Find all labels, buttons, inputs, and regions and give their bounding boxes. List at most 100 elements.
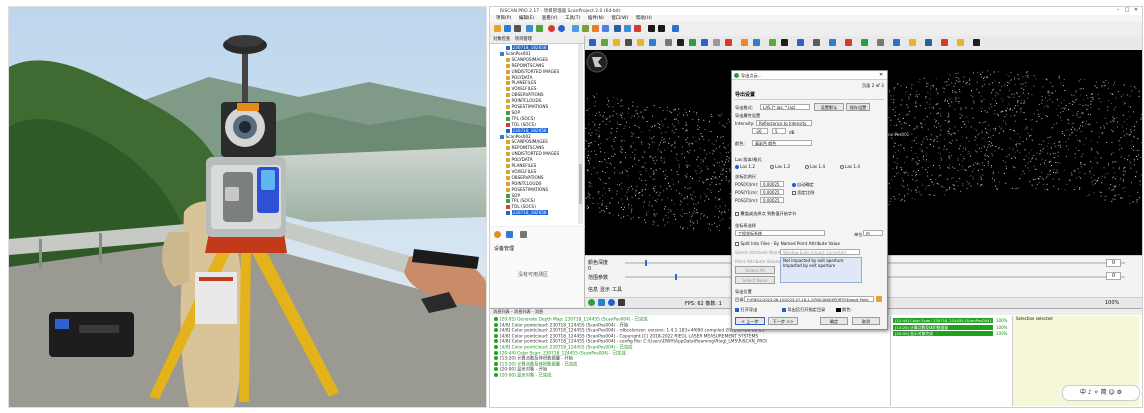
attr-values-list[interactable]: Not impacted by exit aperture Impacted b…	[780, 257, 862, 283]
filter-icon[interactable]	[592, 25, 599, 32]
tab-tool[interactable]: 工具	[612, 286, 622, 293]
chart-icon[interactable]	[672, 25, 679, 32]
close-tool-icon[interactable]	[973, 39, 980, 46]
zoom-icon[interactable]	[625, 39, 632, 46]
tool-i-icon[interactable]	[861, 39, 868, 46]
fixed-scale-checkbox[interactable]	[792, 191, 796, 195]
register-icon[interactable]	[582, 25, 589, 32]
input-method-tray[interactable]: 中 ♪ ✧ 简 ☺ ⚙	[1062, 385, 1140, 401]
device-list-icon[interactable]	[520, 231, 527, 238]
open-after-option[interactable]: 打开导出	[735, 307, 757, 313]
color-icon[interactable]	[637, 39, 644, 46]
tool-o-icon[interactable]	[957, 39, 964, 46]
tree-scrollbar[interactable]	[578, 44, 583, 224]
camera-icon[interactable]	[677, 39, 684, 46]
path-input[interactable]: F:\RIEGL\2023-06-10\2023-07-18-1-1\RISCA…	[744, 295, 874, 302]
layout-icon[interactable]	[624, 25, 631, 32]
help-icon[interactable]	[558, 25, 565, 32]
folder-icon[interactable]	[876, 295, 882, 302]
range-from-input[interactable]: -20	[752, 128, 768, 134]
menu-item-tools[interactable]: 工具(T)	[565, 15, 580, 22]
menu-item-plugins[interactable]: 插件(N)	[588, 15, 604, 22]
tree-item[interactable]: POINTCLOUDS	[506, 181, 541, 187]
auto-scale-option[interactable]: 自动确定	[792, 182, 814, 188]
las-radio-4[interactable]	[840, 165, 844, 169]
tree-item[interactable]: TOL (SOCS)	[506, 122, 536, 128]
stop-icon[interactable]	[548, 25, 555, 32]
tree-item[interactable]: ScanPos002	[500, 134, 531, 140]
tree-item[interactable]: REPOINTSCANS	[506, 63, 544, 69]
back-arrow-icon[interactable]	[648, 25, 655, 32]
rotate-icon[interactable]	[613, 39, 620, 46]
tree-item[interactable]: TOL (SOCS)	[506, 204, 536, 210]
generate-checkbox[interactable]	[735, 212, 739, 216]
status-save-icon[interactable]	[618, 299, 625, 306]
open-after-checkbox[interactable]	[735, 308, 739, 312]
select-all-button[interactable]: Select All	[735, 266, 775, 274]
tool-m-icon[interactable]	[925, 39, 932, 46]
fixed-scale-option[interactable]: 固定比例	[792, 190, 814, 196]
mesh-icon[interactable]	[602, 25, 609, 32]
tree-item[interactable]: TPL (SOCS)	[506, 198, 535, 204]
tree-item[interactable]: REPOINTSCANS	[506, 145, 544, 151]
open-project-icon[interactable]	[504, 25, 511, 32]
color-swatch-icon[interactable]	[836, 308, 841, 312]
tab-display[interactable]: 显示	[600, 286, 610, 293]
tree-item[interactable]: 230718_182658	[506, 210, 548, 216]
forward-arrow-icon[interactable]	[658, 25, 665, 32]
tree-item[interactable]: TPL (SOCS)	[506, 116, 535, 122]
highlight-icon[interactable]	[634, 25, 641, 32]
maximize-button[interactable]: □	[1124, 8, 1130, 13]
tab-info[interactable]: 信息	[588, 286, 598, 293]
tool-c-icon[interactable]	[769, 39, 776, 46]
view-select-icon[interactable]	[589, 39, 596, 46]
view-icon[interactable]	[614, 25, 621, 32]
menu-item-view[interactable]: 查看(V)	[542, 15, 558, 22]
format-select[interactable]: LAS (*.las; *.laz)	[760, 103, 810, 110]
color-swatch-row[interactable]: 颜色:	[836, 307, 852, 313]
auto-scale-radio[interactable]	[792, 183, 796, 187]
range-to-input[interactable]: 5	[772, 128, 786, 134]
tool-d-icon[interactable]	[781, 39, 788, 46]
attr-select[interactable]: Window Echo Impact Corrected	[780, 248, 860, 255]
las-option-1[interactable]: Las 1.2	[735, 164, 755, 169]
back-button[interactable]: < 上一步	[735, 317, 765, 325]
marker-icon[interactable]	[725, 39, 732, 46]
tool-j-icon[interactable]	[877, 39, 884, 46]
range-value[interactable]: 0	[1106, 272, 1122, 280]
dialog-close-icon[interactable]: ✕	[879, 72, 883, 78]
menu-item-help[interactable]: 帮助(H)	[636, 15, 652, 22]
tray-icons[interactable]: 中 ♪ ✧ 简 ☺ ⚙	[1080, 389, 1122, 396]
tool-h-icon[interactable]	[845, 39, 852, 46]
tree-item[interactable]: VOXELFILES	[506, 169, 536, 175]
green-flag-icon[interactable]	[689, 39, 696, 46]
las-radio-2[interactable]	[770, 165, 774, 169]
tree-item[interactable]: PLANEFILES	[506, 163, 536, 169]
open-folder-checkbox[interactable]	[782, 308, 786, 312]
tool-a-icon[interactable]	[741, 39, 748, 46]
tree-item[interactable]: 230718_182658	[506, 127, 548, 134]
color-depth-slider-knob[interactable]	[645, 260, 647, 266]
tree-item[interactable]: OBSERVATIONS	[506, 92, 544, 98]
tool-g-icon[interactable]	[829, 39, 836, 46]
tool-n-icon[interactable]	[941, 39, 948, 46]
device-settings-icon[interactable]	[506, 231, 513, 238]
new-project-icon[interactable]	[494, 25, 501, 32]
save-settings-button[interactable]: 保存设置	[846, 102, 870, 111]
attr-value-item[interactable]: Impacted by exit aperture	[781, 263, 861, 268]
open-folder-option[interactable]: 导出后打开指定目录	[782, 307, 825, 313]
tree-item[interactable]: OBSERVATIONS	[506, 175, 544, 181]
tree-item[interactable]: VOXELFILES	[506, 86, 536, 92]
tool-k-icon[interactable]	[893, 39, 900, 46]
generate-option[interactable]: 覆盖或选择点 到数值开始字节	[735, 211, 796, 217]
tab-project-manager[interactable]: 项目管理	[515, 37, 532, 42]
pos-y-input[interactable]: 0.00025	[760, 188, 784, 195]
tree-item[interactable]: ScanPos001	[500, 51, 531, 57]
las-radio-1[interactable]	[735, 165, 739, 169]
color-select[interactable]: 真彩色 颜色	[752, 139, 812, 146]
next-button[interactable]: 下一步 >>	[768, 317, 798, 325]
tool-b-icon[interactable]	[753, 39, 760, 46]
coord-select[interactable]: 工程坐标系统	[735, 230, 825, 236]
tool-f-icon[interactable]	[813, 39, 820, 46]
pos-x-input[interactable]: 0.00025	[760, 180, 784, 187]
